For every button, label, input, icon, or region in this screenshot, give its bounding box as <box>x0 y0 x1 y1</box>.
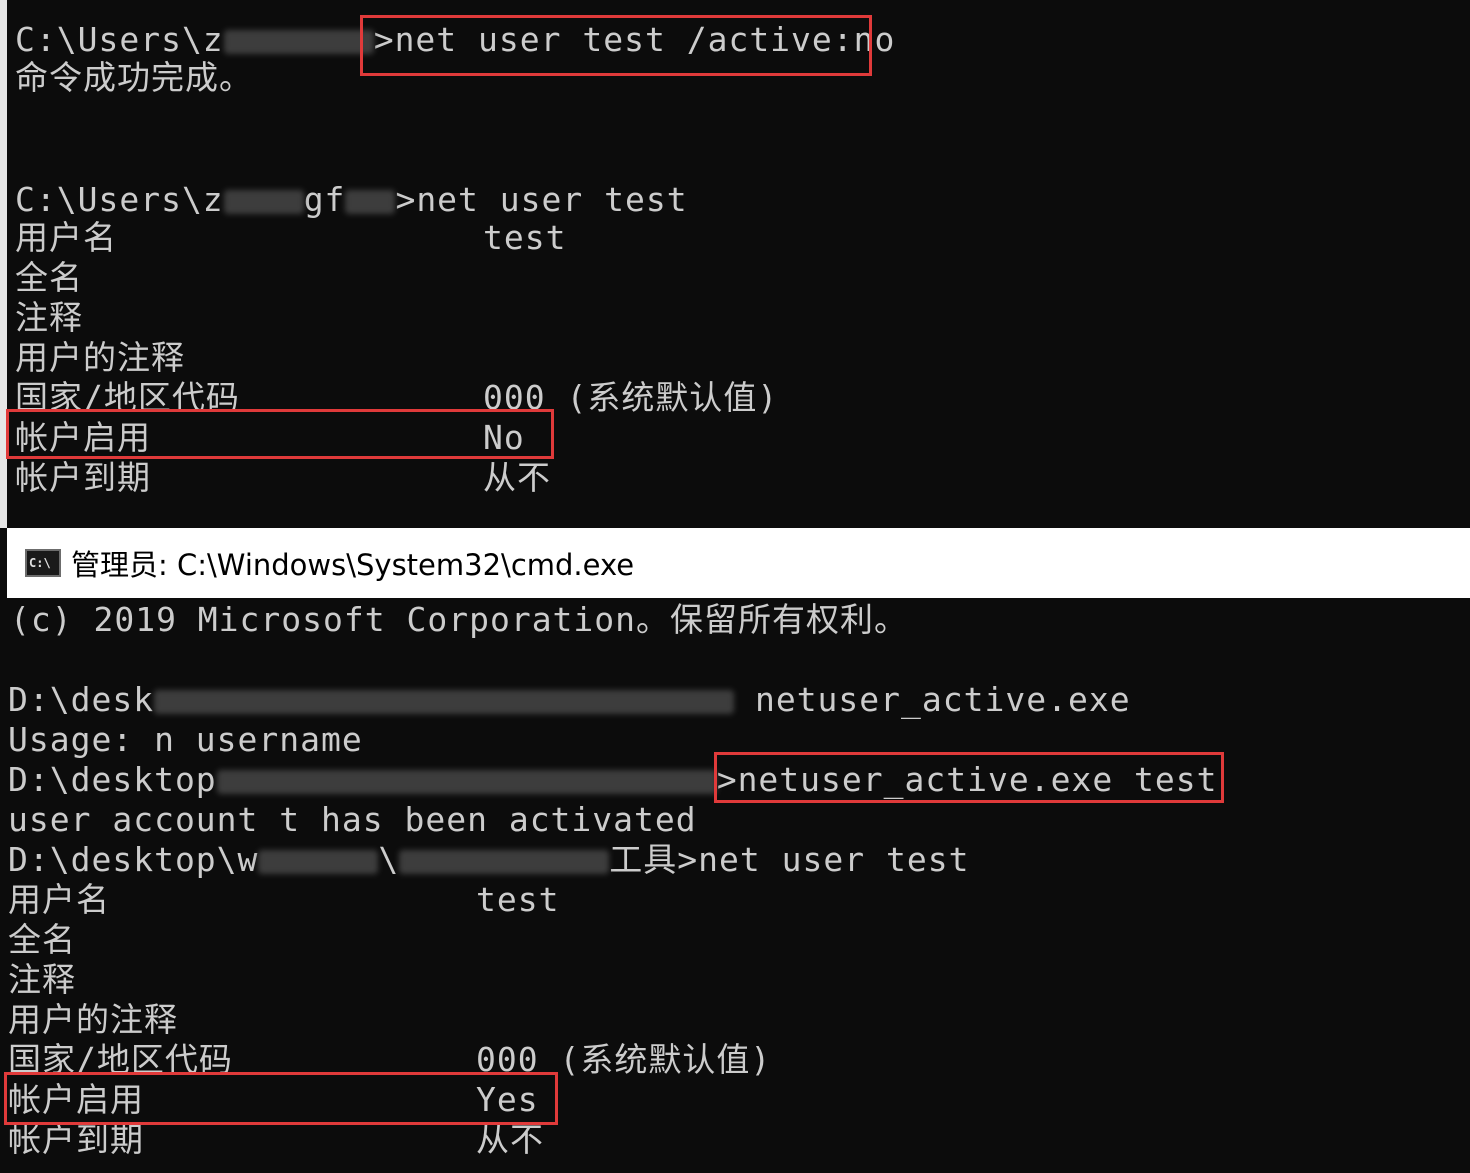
field-row: 帐户到期 从不 <box>15 458 551 497</box>
field-row: 用户名 test <box>15 218 567 257</box>
field-row: 国家/地区代码 000 (系统默认值) <box>8 1040 772 1079</box>
field-row-account-active: 帐户启用 Yes <box>8 1080 539 1119</box>
prompt-line-2: D:\desktop >netuser_active.exe test <box>8 760 1218 799</box>
redacted-username <box>223 29 374 54</box>
prompt-line-2: C:\Users\z gf >net user test <box>15 180 688 219</box>
field-row: 国家/地区代码 000 (系统默认值) <box>15 378 779 417</box>
redacted-username <box>223 189 304 214</box>
field-row: 注释 <box>15 298 83 337</box>
bottom-terminal-output: (c) 2019 Microsoft Corporation。保留所有权利。 D… <box>0 598 1470 1173</box>
usage-line: Usage: n username <box>8 720 363 759</box>
prompt-line-1: C:\Users\z >net user test /active:no <box>15 20 896 59</box>
prompt-line-3: D:\desktop\w \ 工具>net user test <box>8 840 970 879</box>
field-row: 帐户到期 从不 <box>8 1120 544 1159</box>
top-terminal-output: C:\Users\z >net user test /active:no 命令成功… <box>0 0 1470 528</box>
field-row-account-active: 帐户启用 No <box>15 418 525 457</box>
redacted-path <box>258 849 379 874</box>
window-title: 管理员: C:\Windows\System32\cmd.exe <box>71 548 635 582</box>
field-row: 用户名 test <box>8 880 560 919</box>
field-row: 注释 <box>8 960 76 999</box>
cmd-icon: C:\ <box>25 549 61 577</box>
redacted-username <box>345 189 396 214</box>
window-titlebar[interactable]: C:\ 管理员: C:\Windows\System32\cmd.exe <box>7 528 1470 598</box>
activated-message: user account t has been activated <box>8 800 697 839</box>
redacted-path <box>399 849 610 874</box>
command-text: net user test /active:no <box>394 20 896 59</box>
field-row: 用户的注释 <box>8 1000 178 1039</box>
copyright-line: (c) 2019 Microsoft Corporation。保留所有权利。 <box>10 600 909 639</box>
redacted-path <box>216 769 717 794</box>
field-row: 全名 <box>15 258 83 297</box>
field-row: 全名 <box>8 920 76 959</box>
field-row: 用户的注释 <box>15 338 185 377</box>
success-message: 命令成功完成。 <box>15 58 253 97</box>
redacted-path <box>154 689 735 714</box>
prompt-line-1: D:\desk netuser_active.exe <box>8 680 1131 719</box>
